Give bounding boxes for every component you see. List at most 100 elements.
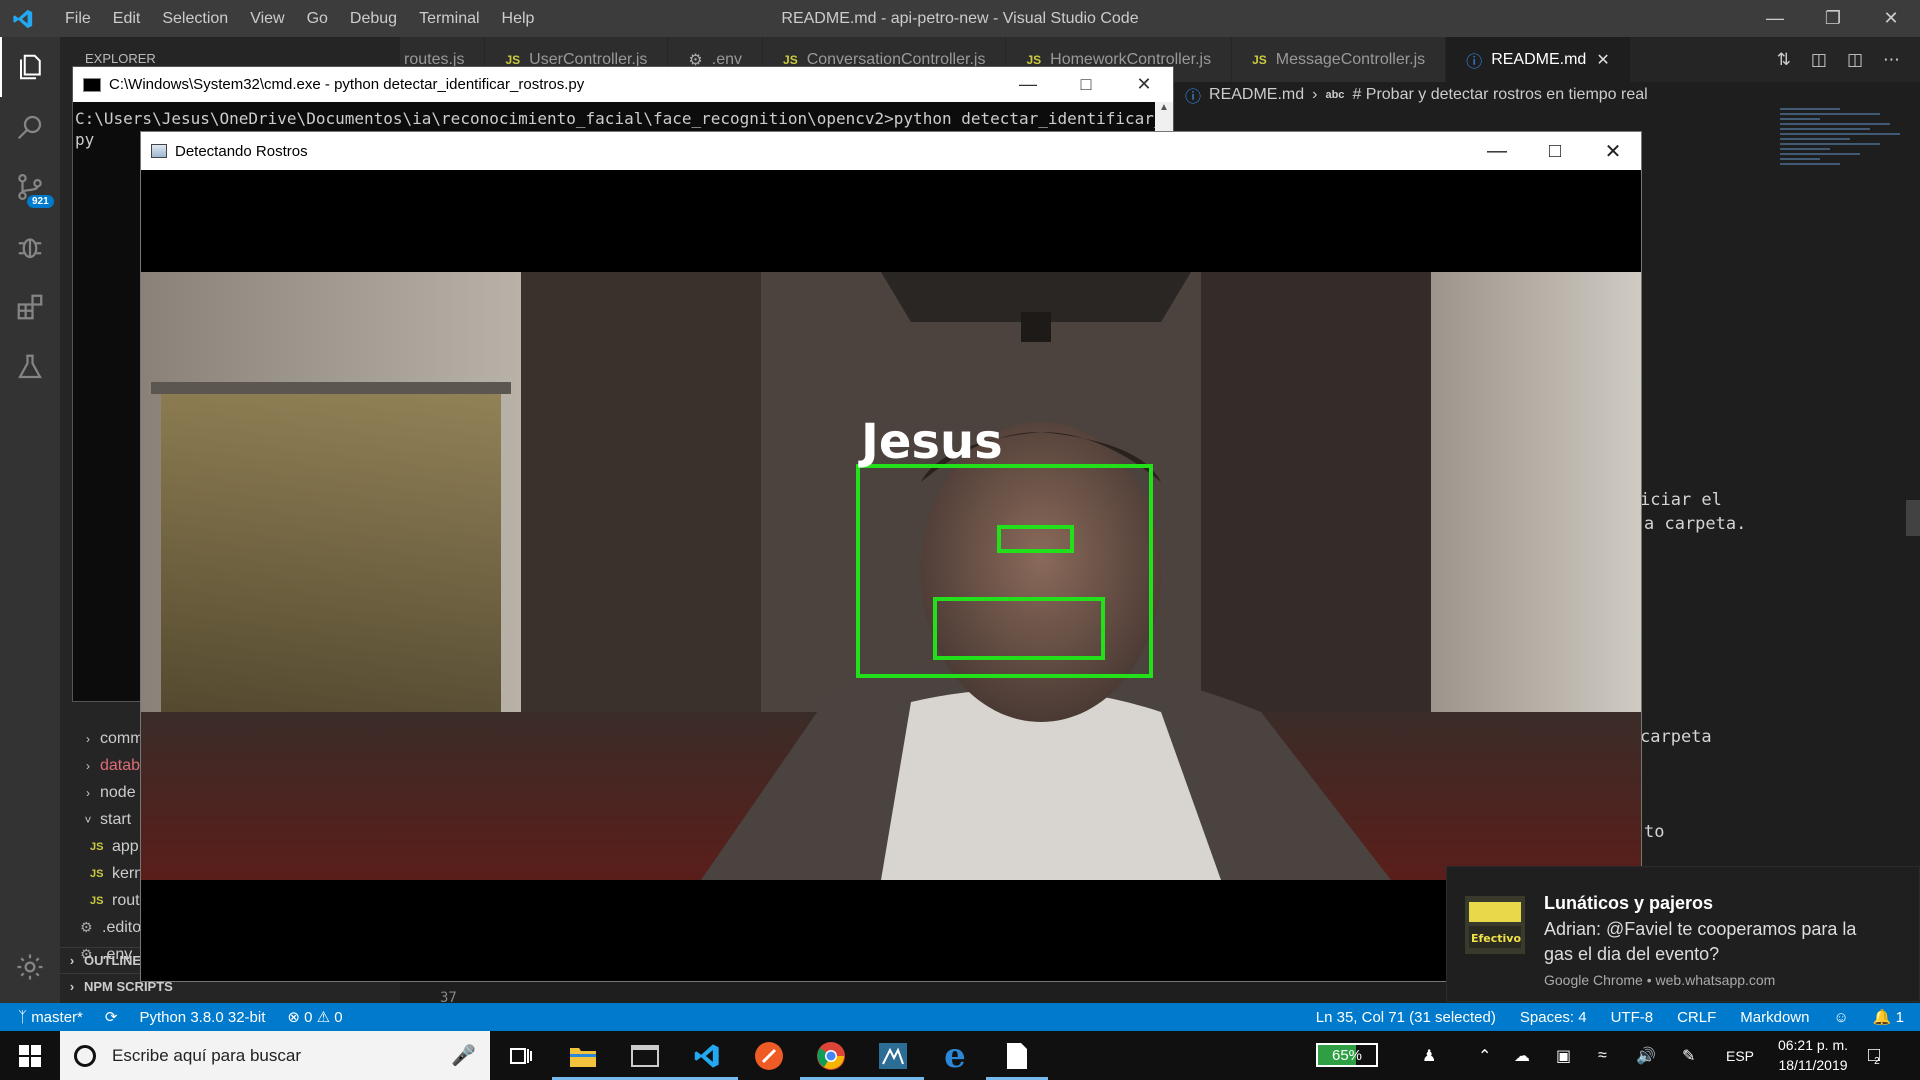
js-file-icon: JS (783, 52, 798, 67)
compare-changes-icon[interactable]: ⇅ (1777, 50, 1791, 70)
minimap[interactable] (1780, 108, 1905, 188)
open-preview-icon[interactable]: ◫ (1811, 50, 1827, 70)
breadcrumb-symbol[interactable]: # Probar y detectar rostros en tiempo re… (1352, 86, 1647, 104)
cmd-maximize-button[interactable]: □ (1057, 67, 1115, 102)
git-branch[interactable]: ᛉ master* (18, 1009, 83, 1026)
notepad-app-icon[interactable] (986, 1031, 1048, 1080)
language-mode[interactable]: Markdown (1740, 1009, 1809, 1026)
device-sync-icon[interactable]: ▣ (1556, 1031, 1571, 1080)
breadcrumb-file[interactable]: README.md (1209, 86, 1304, 104)
close-tab-icon[interactable]: ✕ (1596, 50, 1609, 70)
svg-text:Efectivo: Efectivo (1471, 932, 1521, 945)
close-button[interactable]: ✕ (1862, 0, 1920, 37)
camera-feed: Jesus (141, 272, 1641, 880)
source-control-badge: 921 (27, 195, 54, 208)
postman-app-icon[interactable] (738, 1031, 800, 1080)
menu-go[interactable]: Go (296, 0, 339, 37)
explorer-icon[interactable] (0, 37, 60, 97)
menu-debug[interactable]: Debug (339, 0, 408, 37)
problems-indicator[interactable]: ⊗ 0 ⚠ 0 (287, 1008, 342, 1026)
taskbar-search[interactable]: Escribe aquí para buscar 🎤 (60, 1031, 490, 1080)
extensions-icon[interactable] (0, 277, 60, 337)
aquarium-lid (151, 382, 511, 394)
edge-app-icon[interactable]: e (924, 1031, 986, 1080)
battery-indicator[interactable]: 65% (1316, 1043, 1378, 1067)
js-file-icon: JS (90, 840, 104, 853)
line-endings[interactable]: CRLF (1677, 1009, 1716, 1026)
more-actions-icon[interactable]: ⋯ (1883, 50, 1900, 70)
restore-button[interactable]: ❐ (1804, 0, 1862, 37)
detection-titlebar[interactable]: Detectando Rostros — □ ✕ (141, 132, 1641, 170)
microphone-icon[interactable]: 🎤 (451, 1043, 476, 1068)
menu-help[interactable]: Help (491, 0, 546, 37)
editor-line[interactable]: a carpeta. (1644, 514, 1746, 534)
taskbar-clock[interactable]: 06:21 p. m. 18/11/2019 (1758, 1035, 1868, 1075)
input-language[interactable]: ESP (1726, 1031, 1754, 1080)
chrome-app-icon[interactable] (800, 1031, 862, 1080)
editor-line[interactable]: carpeta (1640, 727, 1712, 747)
volume-icon[interactable]: 🔊 (1636, 1031, 1656, 1080)
show-hidden-icons-chevron-up-icon[interactable]: ⌃ (1478, 1031, 1491, 1080)
chevron-right-icon: › (86, 731, 90, 746)
minimize-button[interactable]: — (1746, 0, 1804, 37)
vscode-app-icon[interactable] (676, 1031, 738, 1080)
info-icon: ⓘ (1466, 53, 1483, 71)
notification-toast[interactable]: Efectivo Lunáticos y pajeros Adrian: @Fa… (1446, 866, 1920, 1002)
editor-scrollbar[interactable] (1906, 500, 1920, 536)
abc-symbol-icon: abc (1325, 89, 1345, 101)
clock-time: 06:21 p. m. (1777, 1037, 1849, 1053)
cmd-minimize-button[interactable]: — (999, 67, 1057, 102)
menu-file[interactable]: File (54, 0, 102, 37)
source-control-icon[interactable]: 921 (0, 157, 60, 217)
editor-line[interactable]: to (1644, 822, 1664, 842)
scroll-up-arrow-icon[interactable]: ▲ (1155, 102, 1173, 113)
vscode-titlebar: File Edit Selection View Go Debug Termin… (0, 0, 1920, 37)
cmd-app-icon (83, 77, 101, 92)
breadcrumb: ⓘ README.md › abc # Probar y detectar ro… (1185, 83, 1648, 107)
cmd-close-button[interactable]: ✕ (1115, 67, 1173, 102)
feedback-smiley-icon[interactable]: ☺ (1833, 1009, 1848, 1026)
wifi-icon[interactable]: ≈ (1598, 1031, 1607, 1080)
testing-flask-icon[interactable] (0, 337, 60, 397)
fan-hub (1021, 312, 1051, 342)
tab-messagecontroller[interactable]: JS MessageController.js (1232, 37, 1447, 82)
terminal-app-icon[interactable] (614, 1031, 676, 1080)
menu-view[interactable]: View (239, 0, 295, 37)
notifications-bell[interactable]: 🔔 1 (1873, 1008, 1904, 1026)
search-placeholder: Escribe aquí para buscar (112, 1045, 301, 1065)
editor-line[interactable]: iciar el (1640, 490, 1722, 510)
debug-icon[interactable] (0, 217, 60, 277)
cursor-position[interactable]: Ln 35, Col 71 (31 selected) (1316, 1009, 1496, 1026)
split-editor-icon[interactable]: ◫ (1847, 50, 1863, 70)
info-icon: ⓘ (1185, 89, 1202, 106)
chevron-right-icon: › (69, 953, 75, 968)
detection-maximize-button[interactable]: □ (1526, 132, 1584, 170)
start-button[interactable] (0, 1031, 60, 1080)
python-interpreter[interactable]: Python 3.8.0 32-bit (139, 1009, 265, 1026)
onedrive-cloud-icon[interactable]: ☁ (1514, 1031, 1530, 1080)
people-icon[interactable]: ♟ (1422, 1031, 1436, 1080)
settings-gear-icon[interactable] (0, 937, 60, 997)
menu-edit[interactable]: Edit (102, 0, 152, 37)
file-explorer-app-icon[interactable] (552, 1031, 614, 1080)
detection-window[interactable]: Detectando Rostros — □ ✕ Jesus (140, 131, 1642, 982)
sync-icon[interactable]: ⟳ (105, 1008, 118, 1026)
chevron-right-icon: › (86, 758, 90, 773)
windows-taskbar: Escribe aquí para buscar 🎤 e 65% ♟ ⌃ ☁ ▣… (0, 1031, 1920, 1080)
indentation[interactable]: Spaces: 4 (1520, 1009, 1587, 1026)
detection-minimize-button[interactable]: — (1468, 132, 1526, 170)
cmd-titlebar[interactable]: C:\Windows\System32\cmd.exe - python det… (73, 67, 1173, 102)
menu-selection[interactable]: Selection (151, 0, 239, 37)
js-file-icon: JS (1026, 52, 1042, 67)
search-icon[interactable] (0, 97, 60, 157)
chevron-right-icon: › (69, 979, 75, 994)
mysql-workbench-app-icon[interactable] (862, 1031, 924, 1080)
action-center-icon[interactable]: □ 2 (1868, 1031, 1880, 1080)
detection-close-button[interactable]: ✕ (1584, 132, 1642, 170)
tab-readme[interactable]: ⓘ README.md ✕ (1446, 37, 1631, 82)
encoding[interactable]: UTF-8 (1611, 1009, 1654, 1026)
pen-workspace-icon[interactable]: ✎ (1682, 1031, 1695, 1080)
menu-terminal[interactable]: Terminal (408, 0, 490, 37)
task-view-icon[interactable] (490, 1031, 552, 1080)
js-file-icon: JS (90, 867, 104, 880)
